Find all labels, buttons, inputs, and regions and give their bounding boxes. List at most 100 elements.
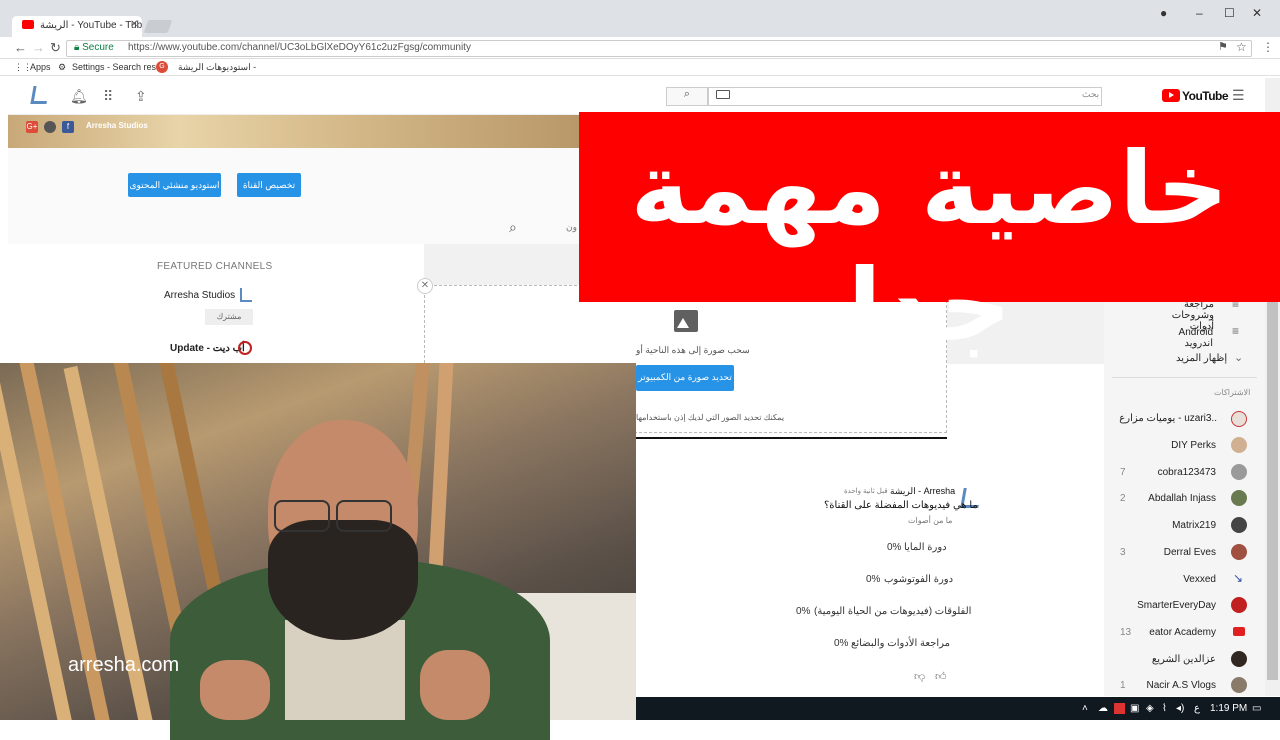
sidebar-sub-item[interactable]: Derral Eves [1140,547,1216,558]
person-beard [268,520,418,640]
composer-divider [636,437,947,439]
bookmark-apps[interactable]: Apps [30,62,51,72]
bookmark-settings[interactable]: Settings - Search res [72,62,156,72]
apps-icon[interactable]: ⠿ [103,88,113,105]
translate-icon[interactable]: ⚑ [1218,40,1228,53]
globe-link-icon[interactable] [44,121,56,133]
post-author[interactable]: الريشة - Arresha [890,486,955,497]
sidebar-sub-count: 13 [1120,627,1132,638]
person-hand [420,650,490,720]
arresha-avatar-icon[interactable] [240,288,252,302]
poll-option-pct: 0% [796,606,811,617]
channel-search-icon[interactable]: ⌕ [509,219,517,236]
upload-icon[interactable]: ⇪ [135,88,147,105]
bookmark-studios[interactable]: استوديوهات الريشة - [178,62,256,73]
select-image-button[interactable]: تحديد صورة من الكمبيوتر [636,365,734,391]
back-icon[interactable]: ← [14,40,27,55]
banner-channel-label[interactable]: Arresha Studios [86,121,148,130]
url-text: https://www.youtube.com/channel/UC3oLbGl… [128,42,471,53]
tab-close-icon[interactable]: ✕ [130,19,138,30]
featured-channel-name[interactable]: Arresha Studios [164,290,235,301]
bell-icon[interactable]: 🔔︎ [70,88,88,105]
person-hand [200,660,270,720]
featured-channels-title: FEATURED CHANNELS [157,261,273,272]
menu-kebab-icon[interactable]: ⋮ [1262,40,1274,54]
search-placeholder: بحث [1082,89,1100,99]
featured-channel-name-2[interactable]: Update - أب ديت [170,343,245,354]
webcam-watermark: arresha.com [68,654,180,676]
search-icon: ⌕ [683,88,691,100]
channel-avatar-icon[interactable] [30,86,50,104]
subscribed-chip[interactable]: مشترك [205,309,253,325]
poll-option-pct: 0% [866,574,881,585]
notifications-icon[interactable]: ▭ [1252,703,1261,714]
vexxed-avatar-icon: ↘ [1233,571,1244,585]
close-icon[interactable]: ✕ [417,278,433,294]
subscription-avatar [1231,544,1247,560]
poll-option-pct: 0% [887,542,902,553]
creator-studio-button[interactable]: استوديو منشئي المحتوى [128,173,221,197]
maximize-icon[interactable]: ☐ [1224,6,1235,20]
sidebar-sub-count: 7 [1120,467,1126,478]
sidebar-sub-item[interactable]: SmarterEveryDay [1130,600,1216,611]
poll-option-label[interactable]: دورة المايا [904,542,947,553]
sidebar-sub-item[interactable]: يوميات مزارع - uzari3.. [1108,413,1217,424]
sidebar-sub-item[interactable]: Abdallah Injass [1130,493,1216,504]
tray-up-icon[interactable]: ˄ [1082,703,1088,714]
like-icon[interactable]: 👍︎ [935,670,947,683]
channel-banner [8,115,579,148]
sidebar-divider [1112,377,1257,378]
sidebar-sub-item[interactable]: Vexxed [1140,574,1216,585]
hamburger-menu-icon[interactable]: ☰ [1232,87,1245,104]
google-plus-icon: G [156,61,168,73]
profile-icon[interactable]: ● [1160,6,1167,20]
new-tab-button[interactable] [143,20,173,33]
sidebar-sub-item[interactable]: DIY Perks [1140,440,1216,451]
customize-channel-button[interactable]: تخصيص القناة [237,173,301,197]
sidebar-sub-count: 3 [1120,547,1126,558]
sidebar-sub-item[interactable]: cobra123473 [1140,467,1216,478]
sidebar-sub-item[interactable]: Nacir A.S Vlogs [1130,680,1216,691]
minimize-icon[interactable]: – [1196,6,1203,20]
keyboard-icon[interactable] [716,90,730,99]
vote-count: ما من أصوات [908,516,953,525]
google-plus-link-icon[interactable]: G+ [26,121,38,133]
search-button[interactable]: ⌕ [666,87,708,106]
partial-tab-text: ون [566,222,577,232]
poll-option-label[interactable]: مراجعة الأدوات والبضائع [851,638,950,649]
sidebar-sub-count: 1 [1120,680,1126,691]
permission-hint: يمكنك تحديد الصور التي لديك إذن باستخدام… [636,413,785,422]
tray-app-icon[interactable]: ▣ [1130,703,1139,714]
sidebar-sub-item[interactable]: Matrix219 [1140,520,1216,531]
keyboard-lang[interactable]: ع [1194,703,1200,714]
dislike-icon[interactable]: 👎︎ [914,670,925,683]
youtube-channel-icon [1233,627,1245,636]
subscription-avatar [1231,464,1247,480]
wifi-icon[interactable]: ⌇ [1162,703,1167,714]
tray-app-icon[interactable] [1114,703,1125,714]
youtube-logo-icon[interactable] [1162,89,1180,102]
star-icon[interactable]: ☆ [1236,40,1247,54]
cloud-icon[interactable]: ☁ [1098,703,1108,714]
overlay-headline: خاصية مهمة جدا [630,130,1230,364]
subscriptions-heading: الاشتراكات [1214,388,1251,397]
browser-tab-strip [0,0,1280,37]
close-window-icon[interactable]: ✕ [1252,6,1262,20]
sidebar-sub-item[interactable]: عزالدين الشريع [1140,654,1216,665]
forward-icon[interactable]: → [32,40,45,55]
poll-option-pct: 0% [834,638,849,649]
reload-icon[interactable]: ↻ [50,40,61,56]
poll-option-label[interactable]: دورة الفوتوشوب [884,574,953,585]
gear-icon: ⚙ [58,62,67,72]
post-time[interactable]: قبل ثانية واحدة [844,487,888,495]
sidebar-sub-item[interactable]: eator Academy [1140,627,1216,638]
clock[interactable]: 1:19 PM [1210,703,1247,714]
youtube-logo-text[interactable]: YouTube [1182,89,1229,103]
facebook-link-icon[interactable]: f [62,121,74,133]
search-input[interactable] [708,87,1102,106]
update-avatar-icon[interactable] [238,341,252,355]
subscription-avatar [1231,651,1247,667]
tray-app-icon[interactable]: ◈ [1146,703,1154,714]
volume-icon[interactable]: ◂) [1176,703,1184,714]
poll-option-label[interactable]: الفلوقات (فيديوهات من الحياة اليومية) [814,606,971,617]
